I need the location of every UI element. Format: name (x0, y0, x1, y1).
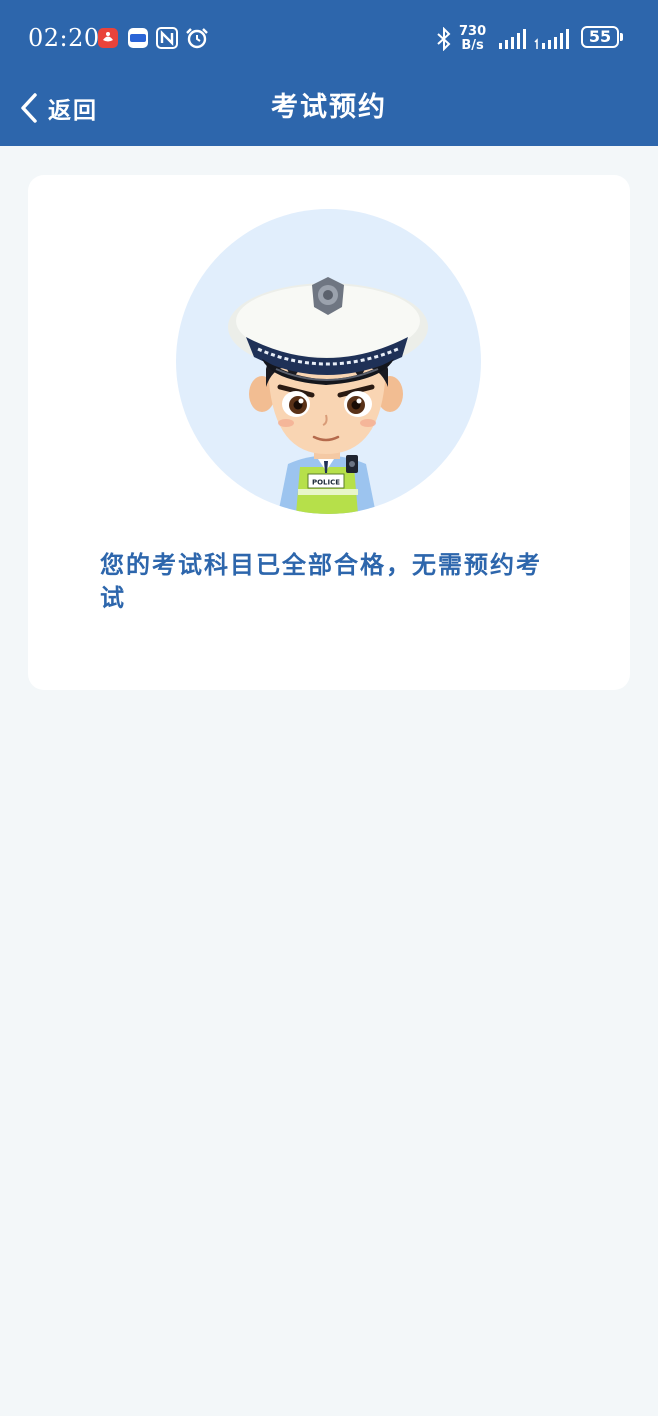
police-illustration: POLICE (176, 209, 481, 514)
result-card: POLICE 您的考试科目已全部合格，无需预约考试 (28, 175, 630, 690)
signal-icon (534, 29, 569, 49)
signal-icon (499, 29, 526, 49)
nfc-icon (156, 27, 178, 49)
alarm-icon (186, 28, 208, 49)
exam-status-message: 您的考试科目已全部合格，无需预约考试 (100, 551, 542, 612)
status-bar: 02:20 730 B/s 55 (0, 0, 658, 78)
top-bar: 02:20 730 B/s 55 返回 考试预约 (0, 0, 658, 146)
network-speed-value: 730 (459, 24, 487, 39)
network-speed-unit: B/s (461, 38, 484, 53)
network-speed: 730 B/s (459, 25, 486, 53)
app-notification-icon (128, 28, 148, 48)
bluetooth-icon (437, 27, 451, 51)
weibo-notification-icon (98, 28, 118, 48)
police-badge-text: POLICE (312, 479, 340, 487)
status-time: 02:20 (28, 24, 100, 52)
page-title: 考试预约 (271, 92, 387, 123)
police-officer-icon: POLICE (228, 277, 428, 514)
battery-indicator: 55 (581, 26, 623, 48)
